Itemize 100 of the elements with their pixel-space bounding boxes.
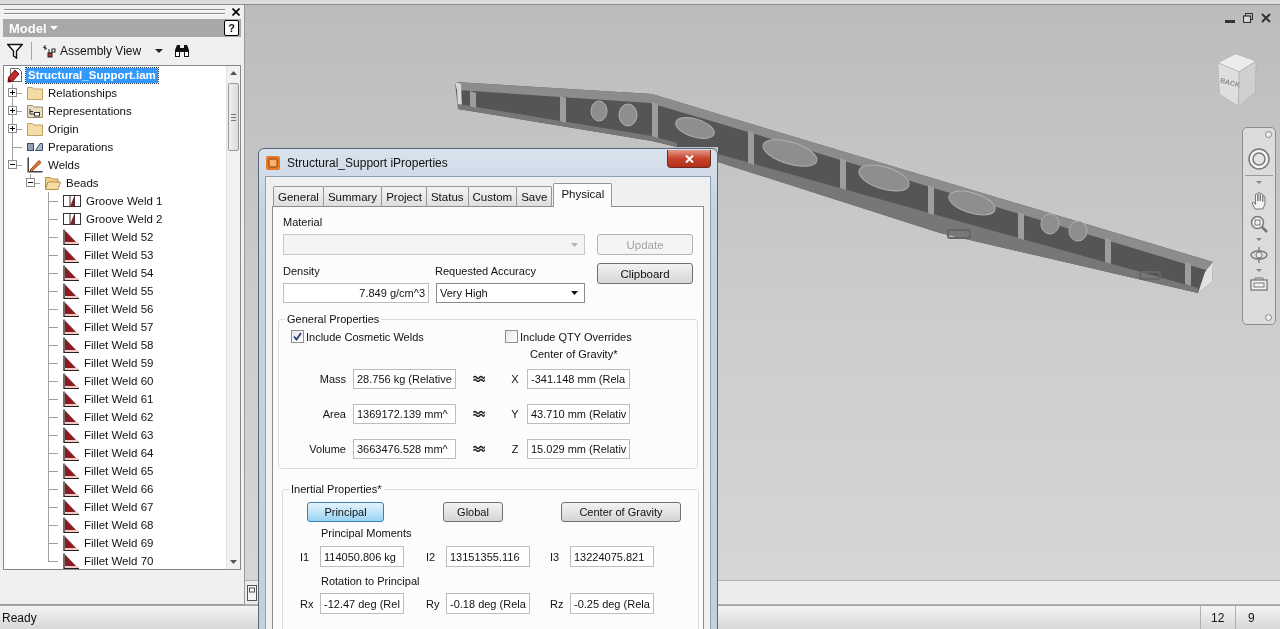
tree-item[interactable]: Fillet Weld 56: [82, 301, 156, 317]
preparation-icon: [27, 142, 43, 152]
beam-section-drawing[interactable]: [455, 82, 718, 147]
filter-icon[interactable]: [7, 43, 23, 59]
tree-item[interactable]: Welds: [46, 157, 82, 173]
tree-item[interactable]: Beads: [64, 175, 101, 191]
checkbox[interactable]: [291, 330, 304, 343]
scroll-up-icon[interactable]: [230, 71, 237, 75]
center-of-gravity-field[interactable]: 43.710 mm (Relativ: [527, 403, 630, 424]
tab[interactable]: Physical: [553, 183, 613, 207]
tree-item[interactable]: Preparations: [46, 139, 116, 155]
look-at-icon[interactable]: [1250, 277, 1268, 291]
tree-item[interactable]: Fillet Weld 69: [82, 535, 156, 551]
checkbox-label[interactable]: Include Cosmetic Welds: [306, 330, 424, 343]
tree-item[interactable]: Groove Weld 2: [84, 211, 165, 227]
tree-item[interactable]: Fillet Weld 55: [82, 283, 156, 299]
center-of-gravity-field[interactable]: -341.148 mm (Rela: [527, 368, 630, 389]
tree-item[interactable]: Fillet Weld 67: [82, 499, 156, 515]
groove-weld-icon: [63, 213, 81, 225]
app-icon: [266, 155, 280, 170]
tree-item[interactable]: Fillet Weld 52: [82, 229, 156, 245]
rotation-field[interactable]: -12.47 deg (Rel: [320, 593, 404, 614]
moment-field[interactable]: 13224075.821: [570, 546, 654, 567]
mode-button[interactable]: Principal: [307, 502, 384, 522]
steering-wheel-icon[interactable]: [1248, 148, 1270, 170]
caret-icon[interactable]: [1256, 181, 1262, 184]
expand-toggle[interactable]: [8, 88, 17, 97]
tree-item[interactable]: Groove Weld 1: [84, 193, 165, 209]
restore-icon[interactable]: [1243, 13, 1253, 23]
center-of-gravity-field[interactable]: 15.029 mm (Relativ: [527, 438, 630, 459]
checkbox-label[interactable]: Include QTY Overrides: [520, 330, 632, 343]
property-value-field[interactable]: 28.756 kg (Relative: [353, 368, 456, 389]
property-value-field[interactable]: 1369172.139 mm^: [353, 403, 456, 424]
caret-icon[interactable]: [1256, 269, 1262, 272]
weld-icon: [27, 157, 43, 173]
fillet-weld-icon: [63, 247, 79, 263]
caret-icon[interactable]: [1256, 238, 1262, 241]
tree-item[interactable]: Fillet Weld 54: [82, 265, 156, 281]
rotation-field[interactable]: -0.18 deg (Rela: [446, 593, 530, 614]
moment-field[interactable]: 13151355.116: [446, 546, 530, 567]
tab[interactable]: Status: [425, 186, 469, 206]
tab[interactable]: General: [273, 186, 324, 206]
fillet-weld-icon: [63, 517, 79, 533]
moment-field[interactable]: 114050.806 kg: [320, 546, 404, 567]
mode-button[interactable]: Global: [443, 502, 503, 522]
tree-item[interactable]: Fillet Weld 61: [82, 391, 156, 407]
tab[interactable]: Project: [381, 186, 427, 206]
clipboard-button[interactable]: Clipboard: [597, 263, 693, 284]
caret-icon: [571, 242, 578, 247]
fillet-weld-icon: [63, 229, 79, 245]
scroll-down-icon[interactable]: [230, 560, 237, 564]
fillet-weld-icon: [63, 481, 79, 497]
tab[interactable]: Save: [516, 186, 553, 206]
close-icon[interactable]: [232, 8, 240, 16]
tree-item[interactable]: Fillet Weld 60: [82, 373, 156, 389]
tree-item[interactable]: Fillet Weld 59: [82, 355, 156, 371]
fillet-weld-icon: [63, 319, 79, 335]
tree-item[interactable]: Fillet Weld 58: [82, 337, 156, 353]
scrollbar-thumb[interactable]: [228, 83, 239, 151]
tree-item[interactable]: Relationships: [46, 85, 120, 101]
expand-toggle[interactable]: [8, 124, 17, 133]
tree-item[interactable]: Fillet Weld 70: [82, 553, 156, 569]
expand-toggle[interactable]: [8, 160, 17, 169]
close-button[interactable]: [667, 150, 711, 168]
vertical-scrollbar[interactable]: [226, 66, 240, 569]
status-message: Ready: [2, 610, 37, 625]
beam-section-drawing[interactable]: [718, 114, 1213, 293]
view-dropdown[interactable]: Assembly View: [42, 44, 164, 58]
expand-toggle[interactable]: [8, 106, 17, 115]
rotation-label: Rz: [550, 597, 564, 610]
rotation-field[interactable]: -0.25 deg (Rela: [570, 593, 654, 614]
fillet-weld-icon: [63, 301, 79, 317]
expand-toggle[interactable]: [26, 178, 35, 187]
axis-label: X: [511, 372, 519, 385]
property-value-field[interactable]: 3663476.528 mm^: [353, 438, 456, 459]
orbit-icon[interactable]: [1250, 246, 1268, 264]
tab[interactable]: Summary: [322, 186, 383, 206]
close-icon[interactable]: [1261, 13, 1271, 23]
tree-item[interactable]: Fillet Weld 64: [82, 445, 156, 461]
binoculars-icon[interactable]: [174, 44, 191, 58]
tree-item[interactable]: Fillet Weld 53: [82, 247, 156, 263]
fillet-weld-icon: [63, 427, 79, 443]
help-button[interactable]: ?: [224, 20, 239, 36]
tree-item[interactable]: Representations: [46, 103, 134, 119]
tree-item[interactable]: Fillet Weld 63: [82, 427, 156, 443]
tree-item[interactable]: Fillet Weld 57: [82, 319, 156, 335]
density-field[interactable]: 7.849 g/cm^3: [283, 283, 429, 303]
tree-item[interactable]: Origin: [46, 121, 81, 137]
hand-icon[interactable]: [1251, 192, 1267, 210]
tree-item[interactable]: Fillet Weld 68: [82, 517, 156, 533]
zoom-icon[interactable]: [1250, 215, 1268, 233]
document-tab-icon[interactable]: [247, 584, 257, 601]
mode-button[interactable]: Center of Gravity: [561, 502, 681, 522]
tree-item[interactable]: Fillet Weld 62: [82, 409, 156, 425]
accuracy-dropdown[interactable]: Very High: [436, 283, 585, 303]
fillet-weld-icon: [63, 283, 79, 299]
tab[interactable]: Custom: [467, 186, 518, 206]
tree-item[interactable]: Fillet Weld 66: [82, 481, 156, 497]
checkbox[interactable]: [505, 330, 518, 343]
tree-item[interactable]: Fillet Weld 65: [82, 463, 156, 479]
